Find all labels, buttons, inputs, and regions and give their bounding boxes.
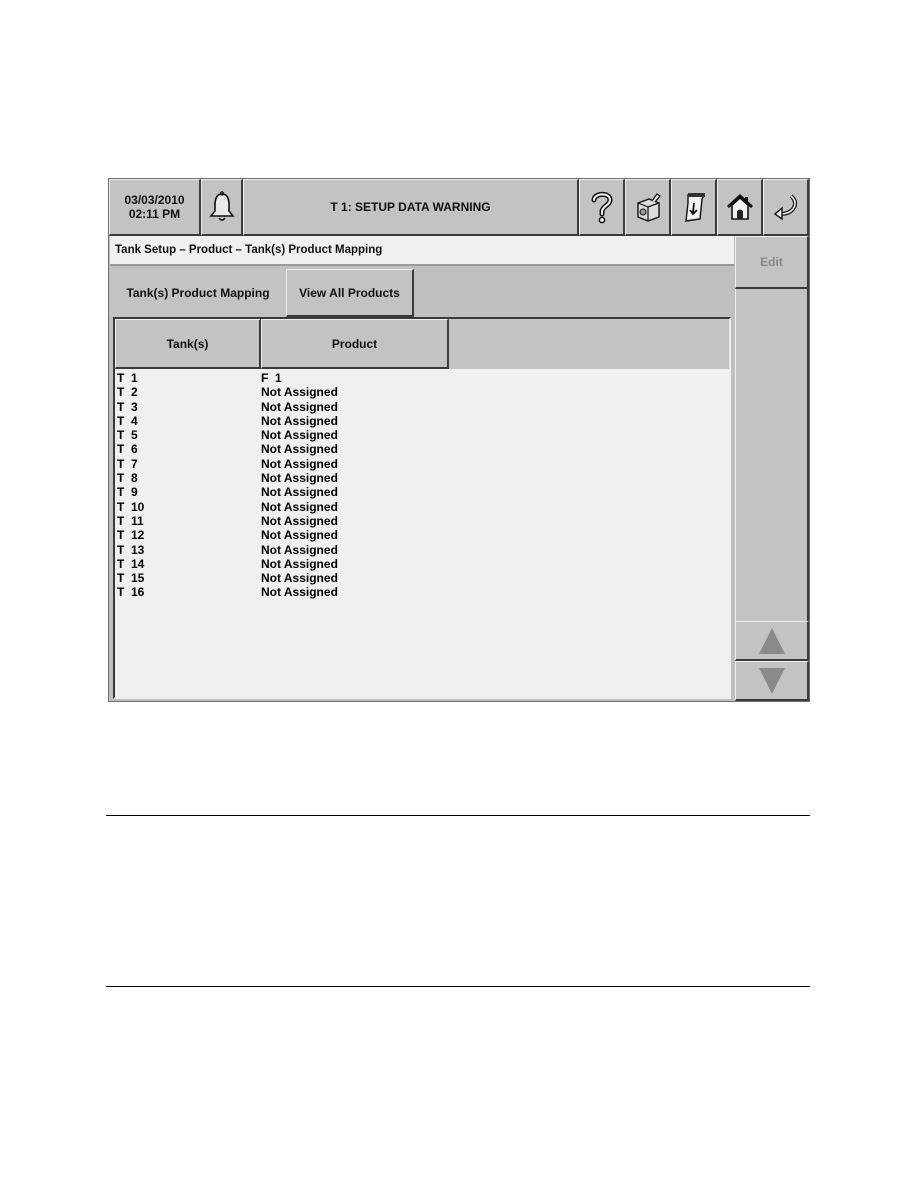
- tank-cell: T 2: [117, 385, 138, 400]
- top-bar: 03/03/2010 02:11 PM T 1: SETUP DATA WARN…: [109, 179, 809, 236]
- product-cell: Not Assigned: [261, 556, 338, 571]
- table-row[interactable]: T 4 Not Assigned: [117, 414, 717, 428]
- gears-box-icon: [636, 193, 661, 222]
- table-header: Tank(s) Product: [115, 319, 729, 369]
- table-row[interactable]: T 2 Not Assigned: [117, 385, 717, 399]
- mapping-table: Tank(s) Product T 1F 1T 2 Not Assigned T 3…: [113, 317, 731, 699]
- table-row[interactable]: T 7 Not Assigned: [117, 457, 717, 471]
- tank-cell: T 7: [117, 456, 138, 471]
- tank-cell: T 13: [117, 542, 145, 557]
- table-row[interactable]: T 11 Not Assigned: [117, 514, 717, 528]
- product-cell: Not Assigned: [261, 499, 338, 514]
- tank-cell: T 4: [117, 413, 138, 428]
- printer-receipt-icon: [684, 193, 705, 222]
- question-mark-icon: [591, 191, 613, 224]
- divider-line: [106, 815, 810, 816]
- edit-button[interactable]: Edit: [735, 236, 809, 289]
- table-row[interactable]: T 12 Not Assigned: [117, 528, 717, 542]
- product-cell: Not Assigned: [261, 528, 338, 543]
- product-cell: Not Assigned: [261, 542, 338, 557]
- product-cell: Not Assigned: [261, 456, 338, 471]
- divider-line: [106, 986, 810, 987]
- scroll-up-button[interactable]: [735, 621, 809, 661]
- tank-cell: T 15: [117, 571, 145, 586]
- tank-cell: T 16: [117, 585, 145, 600]
- product-cell: Not Assigned: [261, 399, 338, 414]
- back-arrow-icon: [773, 194, 797, 221]
- tank-cell: T 11: [117, 513, 144, 528]
- alarm-message[interactable]: T 1: SETUP DATA WARNING: [243, 179, 579, 236]
- side-panel: [735, 289, 809, 621]
- help-button[interactable]: [579, 179, 625, 236]
- home-icon: [726, 193, 753, 220]
- table-row[interactable]: T 6 Not Assigned: [117, 442, 717, 456]
- tank-cell: T 5: [117, 428, 138, 443]
- tank-cell: T 1: [117, 371, 138, 385]
- tank-cell: T 8: [117, 471, 138, 486]
- product-cell: Not Assigned: [261, 442, 338, 457]
- table-row[interactable]: T 13 Not Assigned: [117, 543, 717, 557]
- table-row[interactable]: T 15 Not Assigned: [117, 571, 717, 585]
- print-button[interactable]: [671, 179, 717, 236]
- triangle-down-icon: [758, 667, 785, 694]
- table-row[interactable]: T 16 Not Assigned: [117, 585, 717, 599]
- product-cell: Not Assigned: [261, 385, 338, 400]
- product-cell: Not Assigned: [261, 413, 338, 428]
- diagnostics-button[interactable]: [625, 179, 671, 236]
- column-header-tanks[interactable]: Tank(s): [115, 319, 261, 369]
- product-cell: Not Assigned: [261, 513, 338, 528]
- column-header-product[interactable]: Product: [261, 319, 449, 369]
- tank-cell: T 6: [117, 442, 138, 457]
- triangle-up-icon: [758, 627, 785, 654]
- product-cell: Not Assigned: [261, 585, 338, 600]
- tank-cell: T 10: [117, 499, 145, 514]
- tab-tank-product-mapping[interactable]: Tank(s) Product Mapping: [110, 269, 286, 317]
- breadcrumb: Tank Setup – Product – Tank(s) Product M…: [110, 236, 734, 266]
- table-row[interactable]: T 3 Not Assigned: [117, 400, 717, 414]
- tank-cell: T 3: [117, 399, 138, 414]
- date-time-display: 03/03/2010 02:11 PM: [109, 179, 201, 236]
- product-cell: Not Assigned: [261, 485, 338, 500]
- alarm-button[interactable]: [201, 179, 243, 236]
- scroll-down-button[interactable]: [735, 661, 809, 701]
- tank-cell: T 12: [117, 528, 145, 543]
- tank-cell: T 9: [117, 485, 138, 500]
- console-screen: 03/03/2010 02:11 PM T 1: SETUP DATA WARN…: [108, 178, 810, 702]
- product-cell: Not Assigned: [261, 571, 338, 586]
- tab-view-all-products[interactable]: View All Products: [286, 269, 414, 317]
- table-row[interactable]: T 5 Not Assigned: [117, 428, 717, 442]
- product-cell: F 1: [261, 371, 282, 385]
- product-cell: Not Assigned: [261, 428, 338, 443]
- table-row[interactable]: T 10 Not Assigned: [117, 500, 717, 514]
- time-text: 02:11 PM: [128, 207, 181, 221]
- table-row[interactable]: T 8 Not Assigned: [117, 471, 717, 485]
- bell-icon: [208, 191, 235, 221]
- home-button[interactable]: [717, 179, 763, 236]
- table-body: T 1 F 1 T 2 Not Assigned T 3 Not Assigned T 4 N…: [117, 371, 717, 600]
- tank-cell: T 14: [117, 556, 145, 571]
- table-row[interactable]: T 9 Not Assigned: [117, 485, 717, 499]
- date-text: 03/03/2010: [124, 193, 185, 207]
- product-cell: Not Assigned: [261, 471, 338, 486]
- table-row[interactable]: T 1 F 1: [117, 371, 717, 385]
- back-button[interactable]: [763, 179, 809, 236]
- table-row[interactable]: T 14 Not Assigned: [117, 557, 717, 571]
